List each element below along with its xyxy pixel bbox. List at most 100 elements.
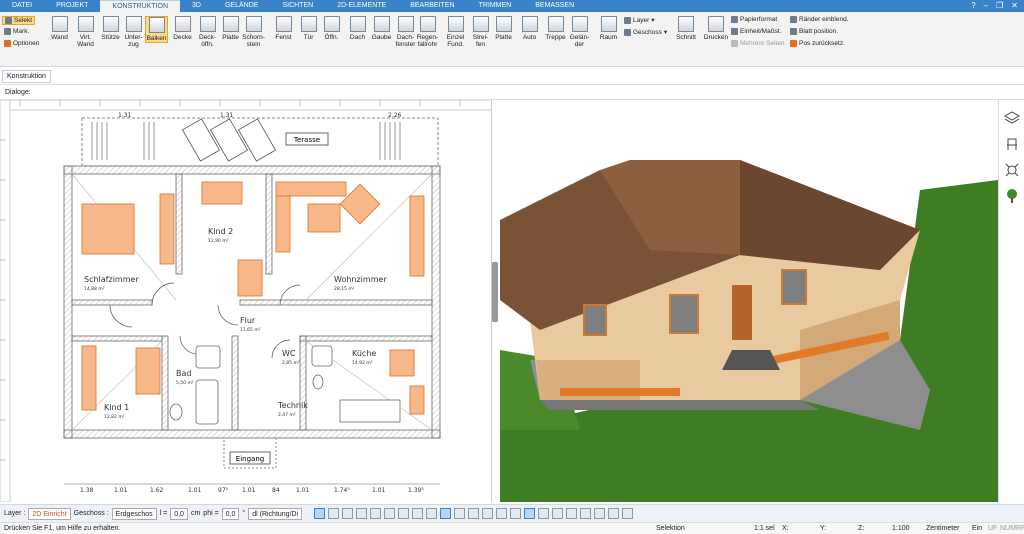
selekt-button[interactable]: Selekt [2,16,36,25]
ribbon-button-18[interactable]: Strei-fen [469,16,492,48]
plan-scrollbar[interactable] [492,262,498,322]
snap-icon[interactable] [314,508,326,519]
ribbon-button-22[interactable]: Gelän-der [568,16,591,48]
wall-icon[interactable] [342,508,354,519]
tab-trimmen[interactable]: TRIMMEN [467,0,524,12]
svg-text:2,85 m²: 2,85 m² [282,360,300,366]
ribbon-button-13[interactable]: Dach [346,16,369,41]
ribbon-button-10[interactable]: Fenst [272,16,295,41]
tab-konstruktion[interactable]: KONSTRUKTION [100,0,181,12]
chair-icon[interactable] [1004,136,1020,152]
tab-projekt[interactable]: PROJEKT [44,0,100,12]
mehrere-seiten-button[interactable]: Mehrere Seiten [731,40,784,47]
geschoss-dropdown[interactable]: Geschoss ▾ [624,28,667,36]
minimize-icon[interactable]: – [984,1,988,10]
rotate-icon[interactable] [468,508,480,519]
drucken-button[interactable]: Drucken [703,16,729,41]
walk-icon[interactable] [622,508,634,519]
svg-text:14,92 m²: 14,92 m² [352,360,373,366]
text-icon[interactable] [384,508,396,519]
papierformat-button[interactable]: Papierformat [731,16,777,23]
blatt-button[interactable]: Blatt position. [790,28,838,35]
layer-dropdown[interactable]: Layer ▾ [624,16,655,24]
ribbon-button-20[interactable]: Auto [518,16,541,41]
view-icon[interactable] [524,508,536,519]
lines-icon[interactable] [356,508,368,519]
3d-icon[interactable] [552,508,564,519]
margins-icon [790,16,797,23]
ribbon-button-1[interactable]: Wand [48,16,71,41]
ribbon-button-21[interactable]: Treppe [544,16,567,41]
fixture-icon[interactable] [1004,162,1020,178]
tool-icon [472,16,489,32]
floor-plan-view[interactable]: Terasse 1.31 1.31 2.26 Eingang Schlafzim… [0,100,492,502]
ribbon-button-11[interactable]: Tür [297,16,320,41]
3d-view[interactable] [500,100,998,502]
ribbon-button-sublabel: zug [128,41,139,48]
restore-icon[interactable]: ❐ [996,1,1003,10]
direction-select[interactable]: dl (Richtung/Di [248,507,303,520]
ribbon-button-5[interactable]: Balken [145,16,168,43]
ribbon-button-15[interactable]: Dach-fenster [394,16,417,48]
help-icon[interactable]: ? [971,1,975,10]
layers-icon[interactable] [1003,110,1021,126]
copy-icon[interactable] [496,508,508,519]
konstruktion-tab[interactable]: Konstruktion [2,70,51,83]
grid-icon[interactable] [328,508,340,519]
tab-bemassen[interactable]: BEMASSEN [523,0,586,12]
length-input[interactable]: 0,0 [170,507,188,520]
angle-input[interactable]: 0,0 [221,507,240,520]
pos-button[interactable]: Pos zurücksetz. [790,40,845,47]
ribbon-button-16[interactable]: Regen-fallrohr [416,16,439,48]
svg-text:1.01: 1.01 [242,487,256,494]
ribbon-button-4[interactable]: Unter-zug [122,16,145,48]
split-icon[interactable] [566,508,578,519]
einheit-button[interactable]: Einheit/Maßst. [731,28,782,35]
ribbon-button-sublabel: stein [246,41,261,48]
mirror-icon[interactable] [482,508,494,519]
svg-text:11,65 m²: 11,65 m² [240,327,261,333]
delete-icon[interactable] [510,508,522,519]
svg-text:1.31: 1.31 [220,112,234,119]
ribbon-button-7[interactable]: Deck-öffn. [196,16,219,48]
render-icon[interactable] [580,508,592,519]
raender-button[interactable]: Ränder einblend. [790,16,849,23]
tab-sichten[interactable]: SICHTEN [270,0,325,12]
tree-icon[interactable] [1004,188,1020,204]
ribbon-button-23[interactable]: Raum [597,16,620,41]
printer-icon [708,16,724,32]
optionen-button[interactable]: Optionen [4,40,39,47]
move-icon[interactable] [454,508,466,519]
frame-icon[interactable] [398,508,410,519]
ribbon-button-12[interactable]: Öffn. [320,16,343,41]
plan-icon[interactable] [538,508,550,519]
ribbon-button-label: Strei- [472,34,489,41]
dim-icon[interactable] [370,508,382,519]
tab-2delemente[interactable]: 2D-ELEMENTE [325,0,398,12]
ribbon-button-17[interactable]: Einzel Fund. [444,16,467,48]
ribbon-button-19[interactable]: Platte [492,16,515,41]
light-icon[interactable] [594,508,606,519]
schnitt-button[interactable]: Schnitt [674,16,698,41]
tab-gelnde[interactable]: GELÄNDE [213,0,270,12]
ribbon-button-3[interactable]: Stütze [99,16,122,41]
tab-3d[interactable]: 3D [180,0,213,12]
zoom-icon[interactable] [426,508,438,519]
ribbon-button-14[interactable]: Gaube [370,16,393,41]
tab-bearbeiten[interactable]: BEARBEITEN [398,0,466,12]
select-icon[interactable] [412,508,424,519]
tool-icon [148,17,165,33]
tab-datei[interactable]: DATEI [0,0,44,12]
angle-icon[interactable] [440,508,452,519]
ribbon-button-9[interactable]: Schorn-stein [242,16,265,48]
ribbon-button-8[interactable]: Platte [219,16,242,41]
camera-icon[interactable] [608,508,620,519]
mark-button[interactable]: Mark. [4,28,29,35]
ribbon: Selekt Mark. Optionen Wand Virt. Wand Stütz… [0,12,858,77]
ribbon-button-6[interactable]: Decke [171,16,194,41]
geschoss-select[interactable]: Erdgeschos [111,507,157,520]
svg-text:1.74⁵: 1.74⁵ [334,487,350,494]
layer-select[interactable]: 2D Einricht [28,507,71,520]
ribbon-button-2[interactable]: Virt. Wand [74,16,97,48]
close-icon[interactable]: ✕ [1011,1,1018,10]
